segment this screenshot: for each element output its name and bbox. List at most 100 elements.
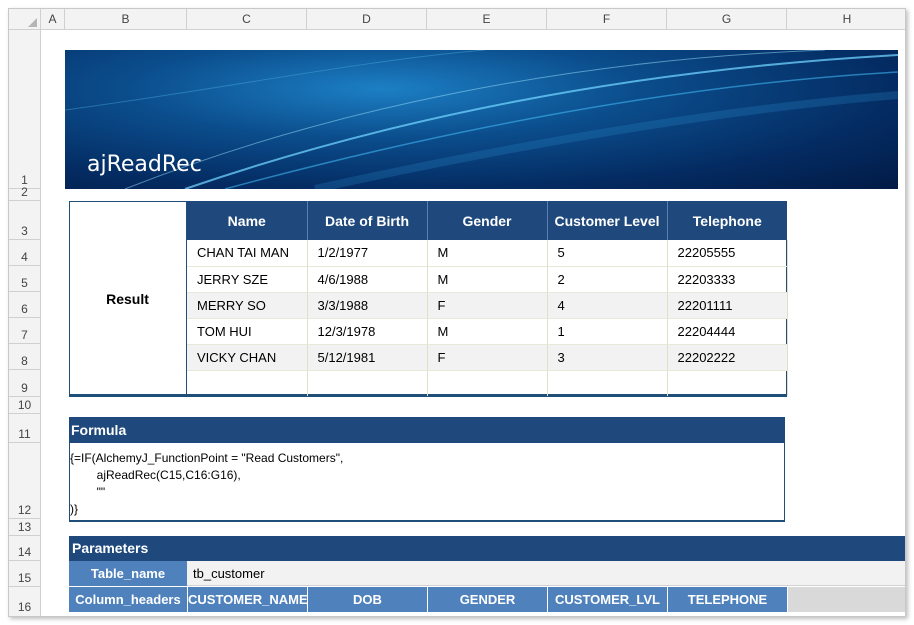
row-header-6[interactable]: 6	[9, 292, 41, 318]
row-header-1[interactable]: 1	[9, 30, 41, 189]
row-header-10[interactable]: 10	[9, 397, 41, 414]
cell[interactable]: F	[427, 344, 548, 371]
row-header-3[interactable]: 3	[9, 201, 41, 240]
column-header-param[interactable]: CUSTOMER_LVL	[547, 587, 667, 612]
title-banner: ajReadRec	[65, 50, 898, 189]
cell[interactable]: 22202222	[667, 344, 788, 371]
column-header-e[interactable]: E	[427, 9, 547, 30]
formula-cell[interactable]: {=IF(AlchemyJ_FunctionPoint = "Read Cust…	[69, 443, 785, 522]
cell[interactable]: 5	[547, 240, 668, 267]
row-number: 11	[18, 427, 31, 441]
row-number: 2	[21, 185, 28, 199]
column-header-param[interactable]: TELEPHONE	[667, 587, 787, 612]
cell[interactable]	[187, 370, 308, 396]
row-number: 4	[21, 250, 28, 264]
cell[interactable]: VICKY CHAN	[187, 344, 308, 371]
cell[interactable]: 3	[547, 344, 668, 371]
cell[interactable]: TOM HUI	[187, 318, 308, 345]
row-header-2[interactable]: 2	[9, 185, 41, 201]
empty-param-cell[interactable]	[787, 587, 905, 612]
column-header-a[interactable]: A	[41, 9, 65, 30]
row-number: 6	[21, 302, 28, 316]
column-header-f[interactable]: F	[547, 9, 667, 30]
row-number: 16	[17, 600, 32, 614]
cell[interactable]: 4/6/1988	[307, 266, 428, 293]
result-table: Name Date of Birth Gender Customer Level…	[187, 201, 788, 396]
cell[interactable]: 5/12/1981	[307, 344, 428, 371]
row-header-13[interactable]: 13	[9, 519, 41, 536]
formula-line: )}	[70, 502, 79, 516]
cell[interactable]: 3/3/1988	[307, 292, 428, 319]
cell[interactable]: F	[427, 292, 548, 319]
row-header-8[interactable]: 8	[9, 344, 41, 370]
table-row: TOM HUI 12/3/1978 M 1 22204444	[187, 318, 788, 345]
formula-header: Formula	[69, 417, 785, 443]
table-row	[187, 370, 788, 396]
row-header-15[interactable]: 15	[9, 561, 41, 587]
cell[interactable]: 22201111	[667, 292, 788, 319]
cell[interactable]: 2	[547, 266, 668, 293]
row-number: 15	[17, 571, 32, 585]
cell[interactable]	[547, 370, 668, 396]
row-header-4[interactable]: 4	[9, 240, 41, 266]
cell[interactable]	[427, 370, 548, 396]
row-header-11[interactable]: 11	[9, 414, 41, 443]
cell[interactable]: 12/3/1978	[307, 318, 428, 345]
cell[interactable]: M	[427, 266, 548, 293]
table-name-value[interactable]: tb_customer	[187, 561, 905, 586]
column-header-h[interactable]: H	[787, 9, 905, 30]
row-header-16[interactable]: 16	[9, 587, 41, 616]
row-number: 3	[21, 224, 28, 238]
table-name-label: Table_name	[69, 561, 187, 586]
banner-title: ajReadRec	[87, 152, 202, 177]
row-header-12[interactable]: 12	[9, 443, 41, 519]
column-header-c[interactable]: C	[187, 9, 307, 30]
column-header-param[interactable]: GENDER	[427, 587, 547, 612]
cell[interactable]	[667, 370, 788, 396]
cell[interactable]: 22203333	[667, 266, 788, 293]
spreadsheet-grid: A B C D E F G H 1 2 3 4 5 6 7 8 9 10 11 …	[8, 8, 906, 617]
select-all-icon	[28, 18, 37, 27]
row-header-9[interactable]: 9	[9, 370, 41, 397]
header-name[interactable]: Name	[187, 201, 308, 240]
cell[interactable]: CHAN TAI MAN	[187, 240, 308, 267]
result-label: Result	[69, 201, 187, 397]
row-number: 5	[21, 276, 28, 290]
cell[interactable]: 1	[547, 318, 668, 345]
row-number: 13	[17, 520, 32, 534]
column-headers-label: Column_headers	[69, 587, 187, 612]
cell[interactable]: 4	[547, 292, 668, 319]
cell[interactable]: 1/2/1977	[307, 240, 428, 267]
row-number: 8	[21, 354, 28, 368]
cell[interactable]: M	[427, 318, 548, 345]
table-row: CHAN TAI MAN 1/2/1977 M 5 22205555	[187, 240, 788, 267]
row-header-7[interactable]: 7	[9, 318, 41, 344]
cell[interactable]: 22204444	[667, 318, 788, 345]
row-number: 10	[17, 398, 32, 412]
column-header-param[interactable]: CUSTOMER_NAME	[187, 587, 307, 612]
header-gender[interactable]: Gender	[427, 201, 548, 240]
column-header-b[interactable]: B	[65, 9, 187, 30]
header-customer-level[interactable]: Customer Level	[547, 201, 668, 240]
table-row: VICKY CHAN 5/12/1981 F 3 22202222	[187, 344, 788, 371]
cell[interactable]	[307, 370, 428, 396]
row-header-5[interactable]: 5	[9, 266, 41, 292]
cell[interactable]: M	[427, 240, 548, 267]
cell[interactable]: JERRY SZE	[187, 266, 308, 293]
header-date-of-birth[interactable]: Date of Birth	[307, 201, 428, 240]
column-header-bar: A B C D E F G H	[9, 9, 905, 30]
parameters-header: Parameters	[69, 536, 905, 561]
table-row: MERRY SO 3/3/1988 F 4 22201111	[187, 292, 788, 319]
row-header-14[interactable]: 14	[9, 536, 41, 561]
result-header-row: Name Date of Birth Gender Customer Level…	[187, 201, 787, 240]
cell[interactable]: 22205555	[667, 240, 788, 267]
column-header-param[interactable]: DOB	[307, 587, 427, 612]
column-header-d[interactable]: D	[307, 9, 427, 30]
row-number: 7	[21, 328, 28, 342]
cell[interactable]: MERRY SO	[187, 292, 308, 319]
table-row: JERRY SZE 4/6/1988 M 2 22203333	[187, 266, 788, 293]
column-header-g[interactable]: G	[667, 9, 787, 30]
row-number: 12	[17, 503, 32, 517]
header-telephone[interactable]: Telephone	[667, 201, 787, 240]
select-all-corner[interactable]	[9, 9, 41, 30]
